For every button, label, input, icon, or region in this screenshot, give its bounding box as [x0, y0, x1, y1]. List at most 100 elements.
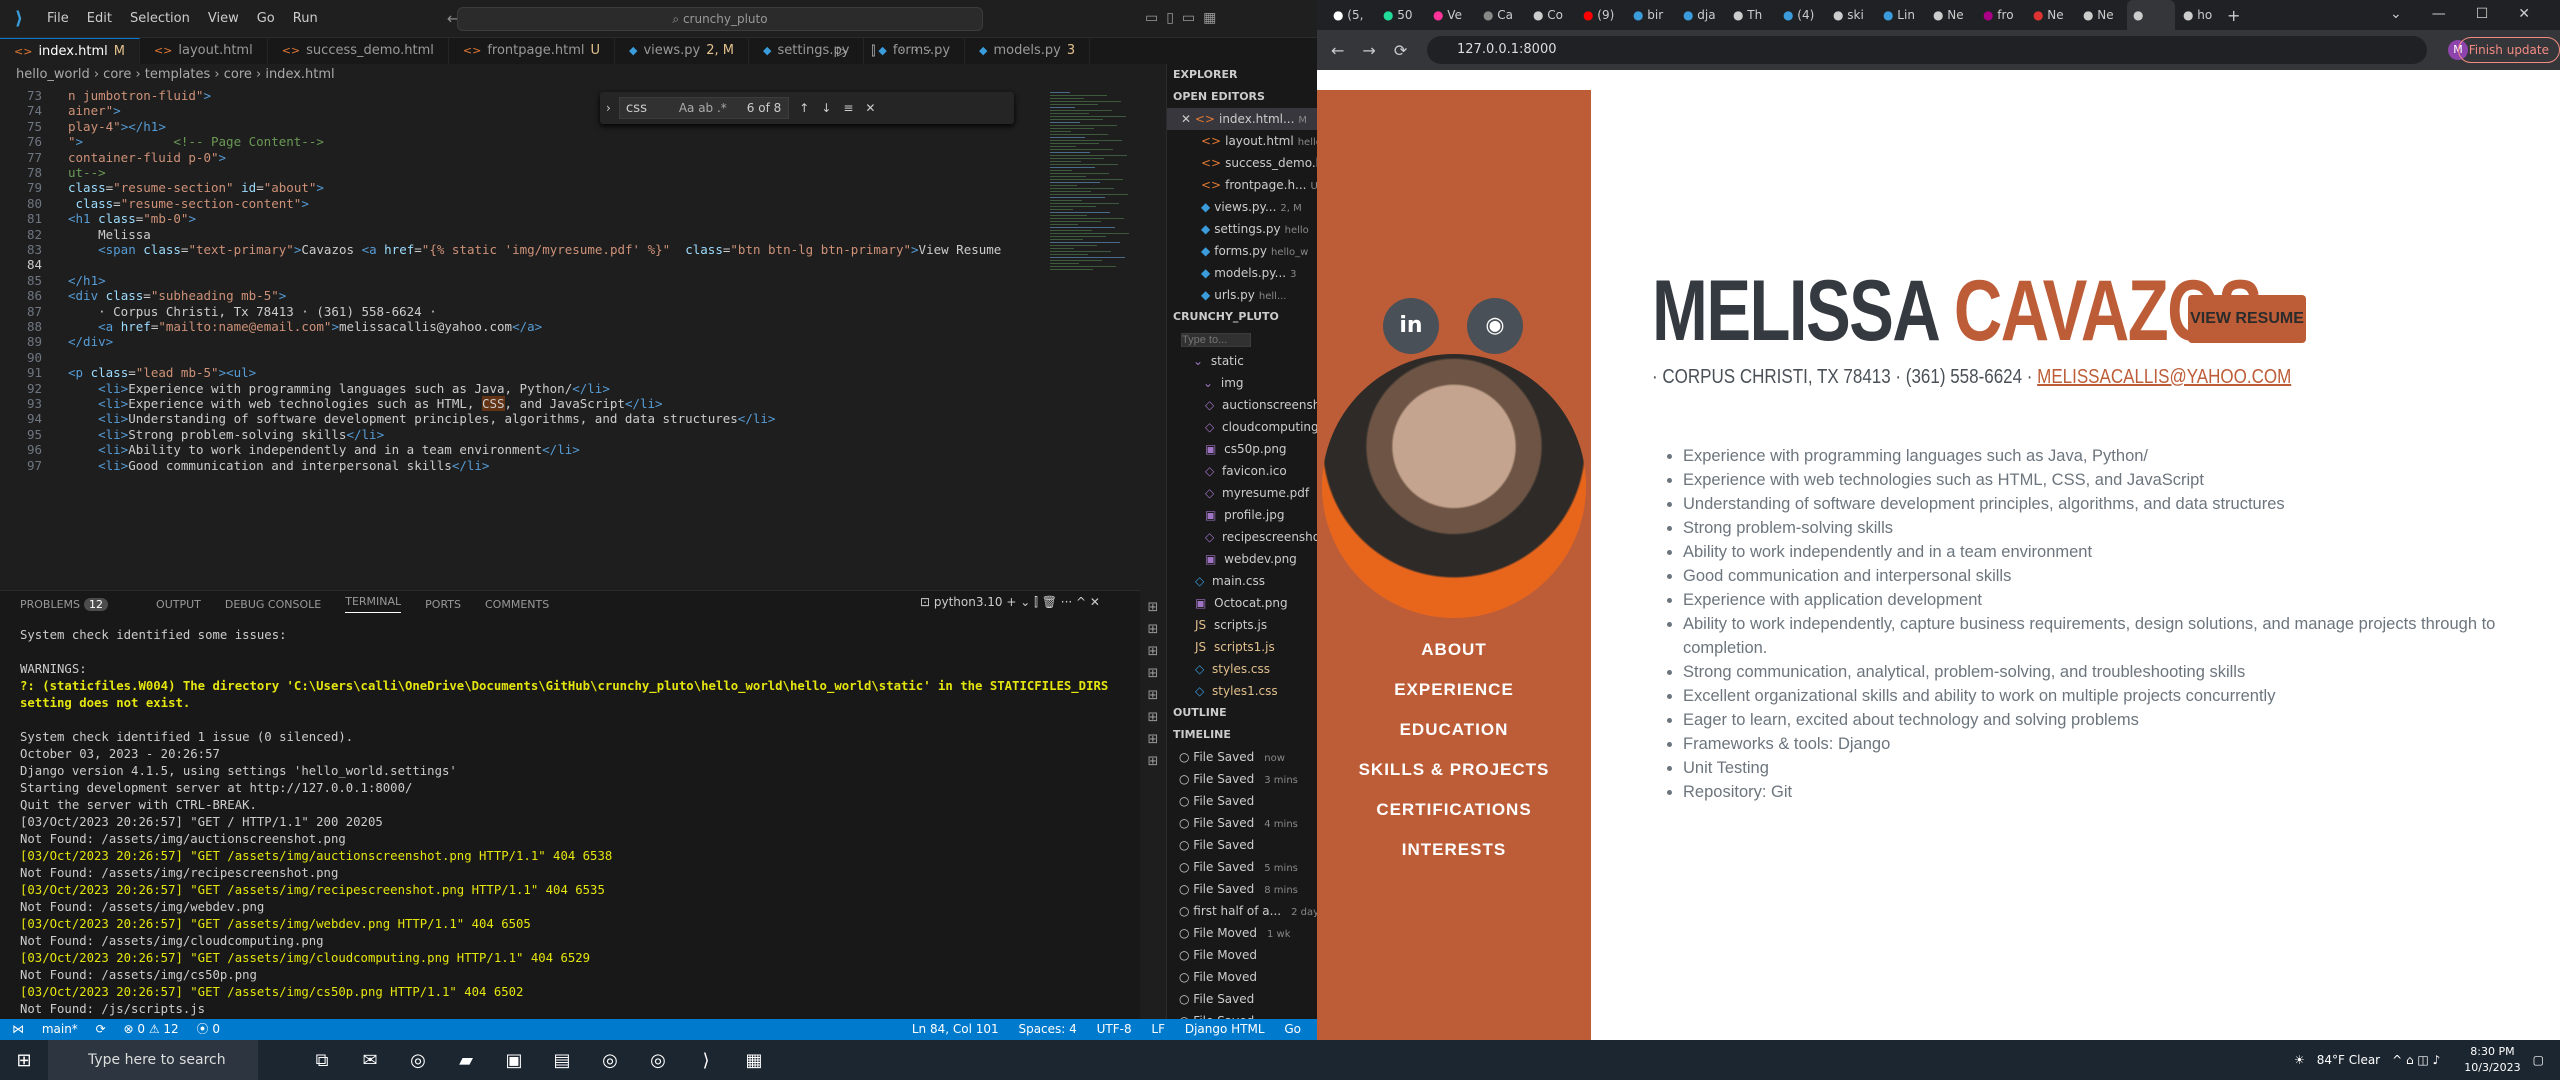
- tray-icons[interactable]: ^ ⌂ ◫ ♪: [2392, 1053, 2440, 1067]
- open-editor-item[interactable]: ◆ settings.py hello: [1167, 218, 1317, 240]
- browser-tab[interactable]: ● ski: [1827, 8, 1875, 22]
- terminal-output[interactable]: System check identified some issues: WAR…: [20, 627, 1120, 1018]
- file-tree-item[interactable]: ⌄ static: [1167, 350, 1317, 372]
- file-tree-item[interactable]: ⌄ img: [1167, 372, 1317, 394]
- timeline-item[interactable]: ○ first half of a... 2 days: [1167, 900, 1317, 922]
- browser-tab[interactable]: ● Ne: [2077, 8, 2125, 22]
- eol-status[interactable]: LF: [1151, 1022, 1165, 1036]
- timeline-item[interactable]: ○ File Saved: [1167, 790, 1317, 812]
- remote-icon[interactable]: ⋈: [12, 1022, 24, 1036]
- windows-start-icon[interactable]: ⊞: [0, 1050, 48, 1071]
- browser-tab[interactable]: ● dja: [1677, 8, 1725, 22]
- chevron-right-icon[interactable]: ›: [606, 101, 611, 115]
- timeline-item[interactable]: ○ File Moved: [1167, 944, 1317, 966]
- mail-icon[interactable]: ✉: [346, 1050, 394, 1071]
- sync-icon[interactable]: ⟳: [96, 1022, 106, 1036]
- file-tree-item[interactable]: ▣ profile.jpg: [1167, 504, 1317, 526]
- file-tree-item[interactable]: ▣ webdev.png: [1167, 548, 1317, 570]
- close-icon[interactable]: ✕: [1181, 112, 1195, 126]
- timeline-item[interactable]: ○ File Saved 4 mins: [1167, 812, 1317, 834]
- github-icon[interactable]: ◉: [1467, 298, 1523, 354]
- panel-tab-output[interactable]: OUTPUT: [156, 598, 201, 611]
- find-nav-buttons[interactable]: ↑↓≡✕: [799, 101, 887, 115]
- panel-tab-terminal[interactable]: TERMINAL: [345, 595, 402, 613]
- taskbar-search[interactable]: Type here to search: [48, 1040, 258, 1080]
- window-controls[interactable]: ⌄—☐✕: [2390, 6, 2560, 22]
- timeline-item[interactable]: ○ File Saved now: [1167, 746, 1317, 768]
- timeline-item[interactable]: ○ File Saved 3 mins: [1167, 768, 1317, 790]
- notification-icon[interactable]: ▢: [2533, 1053, 2544, 1067]
- ports-status[interactable]: ⦿ 0: [197, 1022, 220, 1036]
- indent-status[interactable]: Spaces: 4: [1018, 1022, 1076, 1036]
- panel-tab-debug-console[interactable]: DEBUG CONSOLE: [225, 598, 321, 611]
- explorer-filter-input[interactable]: [1181, 333, 1251, 347]
- git-branch[interactable]: main*: [42, 1022, 78, 1036]
- open-editor-item[interactable]: ✕ <> index.html... M: [1167, 108, 1317, 130]
- new-tab-icon[interactable]: +: [2227, 6, 2240, 25]
- browser-tab[interactable]: ● Ne: [2027, 8, 2075, 22]
- task-view-icon[interactable]: ⧉: [298, 1050, 346, 1071]
- outline-header[interactable]: OUTLINE: [1167, 702, 1317, 724]
- finish-update-button[interactable]: Finish update: [2457, 37, 2560, 63]
- menu-item-view[interactable]: View: [208, 11, 239, 26]
- file-tree-item[interactable]: ◇ auctionscreensh...: [1167, 394, 1317, 416]
- browser-tab[interactable]: ● (5,: [1327, 8, 1375, 22]
- menu-item-selection[interactable]: Selection: [130, 11, 190, 26]
- app-icon[interactable]: ▣: [490, 1050, 538, 1071]
- problems-status[interactable]: ⊗ 0 ⚠ 12: [124, 1022, 179, 1036]
- open-editor-item[interactable]: <>success_demo.h...: [1167, 152, 1317, 174]
- command-center-search[interactable]: ⌕ crunchy_pluto: [457, 7, 983, 31]
- browser-tab[interactable]: ● Lin: [1877, 8, 1925, 22]
- timeline-item[interactable]: ○ File Moved: [1167, 966, 1317, 988]
- browser-tab[interactable]: ● (9): [1577, 8, 1625, 22]
- timeline-item[interactable]: ○ File Moved 1 wk: [1167, 922, 1317, 944]
- action-icon[interactable]: ⊞: [1140, 644, 1166, 666]
- open-editor-item[interactable]: <>frontpage.h...U: [1167, 174, 1317, 196]
- action-icon[interactable]: ⊞: [1140, 666, 1166, 688]
- nav-skills-projects[interactable]: SKILLS & PROJECTS: [1317, 760, 1591, 780]
- tab-models-py[interactable]: ◆ models.py 3: [965, 38, 1091, 64]
- file-tree-item[interactable]: ◇ cloudcomputing...: [1167, 416, 1317, 438]
- weather[interactable]: 84°F Clear: [2317, 1053, 2380, 1067]
- view-resume-button[interactable]: VIEW RESUME: [2188, 295, 2306, 343]
- file-tree-item[interactable]: ◇ myresume.pdf: [1167, 482, 1317, 504]
- menu-item-run[interactable]: Run: [293, 11, 318, 26]
- open-editor-item[interactable]: ◆ models.py... 3: [1167, 262, 1317, 284]
- terminal-shell-label[interactable]: python3.10: [934, 595, 1003, 609]
- clock[interactable]: 8:30 PM 10/3/2023: [2452, 1044, 2520, 1076]
- tab-frontpage-html[interactable]: <> frontpage.html U: [449, 38, 615, 64]
- minimap[interactable]: [1030, 86, 1140, 580]
- open-editor-item[interactable]: ◆ forms.py hello_w: [1167, 240, 1317, 262]
- file-tree-item[interactable]: ◇ styles.css: [1167, 658, 1317, 680]
- tab-success_demo-html[interactable]: <> success_demo.html: [268, 38, 449, 64]
- file-tree-item[interactable]: ◇ favicon.ico: [1167, 460, 1317, 482]
- timeline-item[interactable]: ○ File Saved 5 mins: [1167, 856, 1317, 878]
- timeline-item[interactable]: ○ File Saved 8 mins: [1167, 878, 1317, 900]
- timeline-item[interactable]: ○ File Saved: [1167, 988, 1317, 1010]
- action-icon[interactable]: ⊞: [1140, 688, 1166, 710]
- browser-tab[interactable]: ● fro: [1977, 8, 2025, 22]
- nav-about[interactable]: ABOUT: [1317, 640, 1591, 660]
- app-icon[interactable]: ▤: [538, 1050, 586, 1071]
- open-editor-item[interactable]: <>layout.htmlhello: [1167, 130, 1317, 152]
- code-editor[interactable]: 73 n jumbotron-fluid"> 74 ainer"> 75 play-4">…: [0, 86, 1030, 580]
- menu-item-file[interactable]: File: [47, 11, 69, 26]
- weather-icon[interactable]: ☀: [2294, 1053, 2305, 1067]
- explorer-title[interactable]: EXPLORER: [1167, 64, 1317, 86]
- tab-views-py[interactable]: ◆ views.py 2, M: [615, 38, 750, 64]
- open-editor-item[interactable]: ◆ urls.py hell...: [1167, 284, 1317, 306]
- tab-layout-html[interactable]: <> layout.html: [140, 38, 268, 64]
- browser-tab[interactable]: ●: [2127, 0, 2175, 30]
- browser-tab[interactable]: ● Ne: [1927, 8, 1975, 22]
- chrome-icon[interactable]: ◎: [634, 1050, 682, 1071]
- browser-tab[interactable]: ● (4): [1777, 8, 1825, 22]
- action-icon[interactable]: ⊞: [1140, 732, 1166, 754]
- browser-tab[interactable]: ● Th: [1727, 8, 1775, 22]
- menu-item-edit[interactable]: Edit: [87, 11, 112, 26]
- browser-tab[interactable]: ● Ve: [1427, 8, 1475, 22]
- file-tree-item[interactable]: ◇ recipescreensho...: [1167, 526, 1317, 548]
- email-link[interactable]: MELISSACALLIS@YAHOO.COM: [2037, 366, 2291, 388]
- nav-education[interactable]: EDUCATION: [1317, 720, 1591, 740]
- browser-tab[interactable]: ● 50: [1377, 8, 1425, 22]
- open-editor-item[interactable]: ◆ views.py... 2, M: [1167, 196, 1317, 218]
